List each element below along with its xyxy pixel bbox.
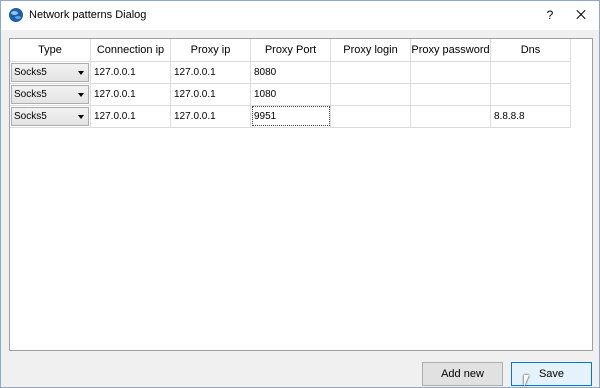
dns-cell[interactable]: 8.8.8.8: [490, 105, 571, 128]
header-proxy-port[interactable]: Proxy Port: [250, 39, 331, 62]
type-cell: Socks5: [10, 61, 91, 84]
header-proxy-password[interactable]: Proxy password: [410, 39, 491, 62]
table-header-row: Type Connection ip Proxy ip Proxy Port P…: [10, 39, 571, 62]
add-new-button[interactable]: Add new: [422, 362, 503, 386]
chevron-down-icon[interactable]: [78, 92, 84, 97]
help-button[interactable]: ?: [540, 5, 560, 25]
type-value: Socks5: [14, 66, 47, 78]
proxy-login-cell[interactable]: [330, 83, 411, 106]
type-value: Socks5: [14, 110, 47, 122]
header-proxy-login[interactable]: Proxy login: [330, 39, 411, 62]
header-dns[interactable]: Dns: [490, 39, 571, 62]
network-patterns-dialog: Network patterns Dialog ? Type Connectio…: [0, 0, 600, 388]
type-value: Socks5: [14, 88, 47, 100]
table-row: Socks5 127.0.0.1 127.0.0.1 9951 8.8.8.8: [10, 105, 571, 128]
header-proxy-ip[interactable]: Proxy ip: [170, 39, 251, 62]
proxy-login-cell[interactable]: [330, 61, 411, 84]
type-combobox[interactable]: Socks5: [11, 106, 89, 126]
type-cell: Socks5: [10, 105, 91, 128]
globe-icon: [9, 8, 23, 22]
type-cell: Socks5: [10, 83, 91, 106]
proxy-password-cell[interactable]: [410, 83, 491, 106]
chevron-down-icon[interactable]: [78, 70, 84, 75]
proxy-port-cell[interactable]: 8080: [250, 61, 331, 84]
header-connection-ip[interactable]: Connection ip: [90, 39, 171, 62]
proxy-ip-cell[interactable]: 127.0.0.1: [170, 61, 251, 84]
dns-cell[interactable]: [490, 61, 571, 84]
connection-ip-cell[interactable]: 127.0.0.1: [90, 105, 171, 128]
connection-ip-cell[interactable]: 127.0.0.1: [90, 61, 171, 84]
proxy-ip-cell[interactable]: 127.0.0.1: [170, 105, 251, 128]
table-row: Socks5 127.0.0.1 127.0.0.1 1080: [10, 83, 571, 106]
type-combobox[interactable]: Socks5: [11, 62, 89, 82]
proxy-port-cell[interactable]: 9951: [250, 105, 331, 128]
header-type[interactable]: Type: [10, 39, 91, 62]
proxy-ip-cell[interactable]: 127.0.0.1: [170, 83, 251, 106]
close-icon[interactable]: [569, 4, 593, 26]
proxy-port-cell[interactable]: 1080: [250, 83, 331, 106]
mouse-cursor-icon: [524, 375, 534, 387]
proxy-password-cell[interactable]: [410, 105, 491, 128]
chevron-down-icon[interactable]: [78, 114, 84, 119]
window-title: Network patterns Dialog: [29, 9, 147, 21]
connection-ip-cell[interactable]: 127.0.0.1: [90, 83, 171, 106]
proxy-login-cell[interactable]: [330, 105, 411, 128]
proxy-password-cell[interactable]: [410, 61, 491, 84]
type-combobox[interactable]: Socks5: [11, 84, 89, 104]
title-bar: Network patterns Dialog ?: [1, 1, 599, 30]
dns-cell[interactable]: [490, 83, 571, 106]
table-row: Socks5 127.0.0.1 127.0.0.1 8080: [10, 61, 571, 84]
network-patterns-table: Type Connection ip Proxy ip Proxy Port P…: [9, 38, 593, 351]
